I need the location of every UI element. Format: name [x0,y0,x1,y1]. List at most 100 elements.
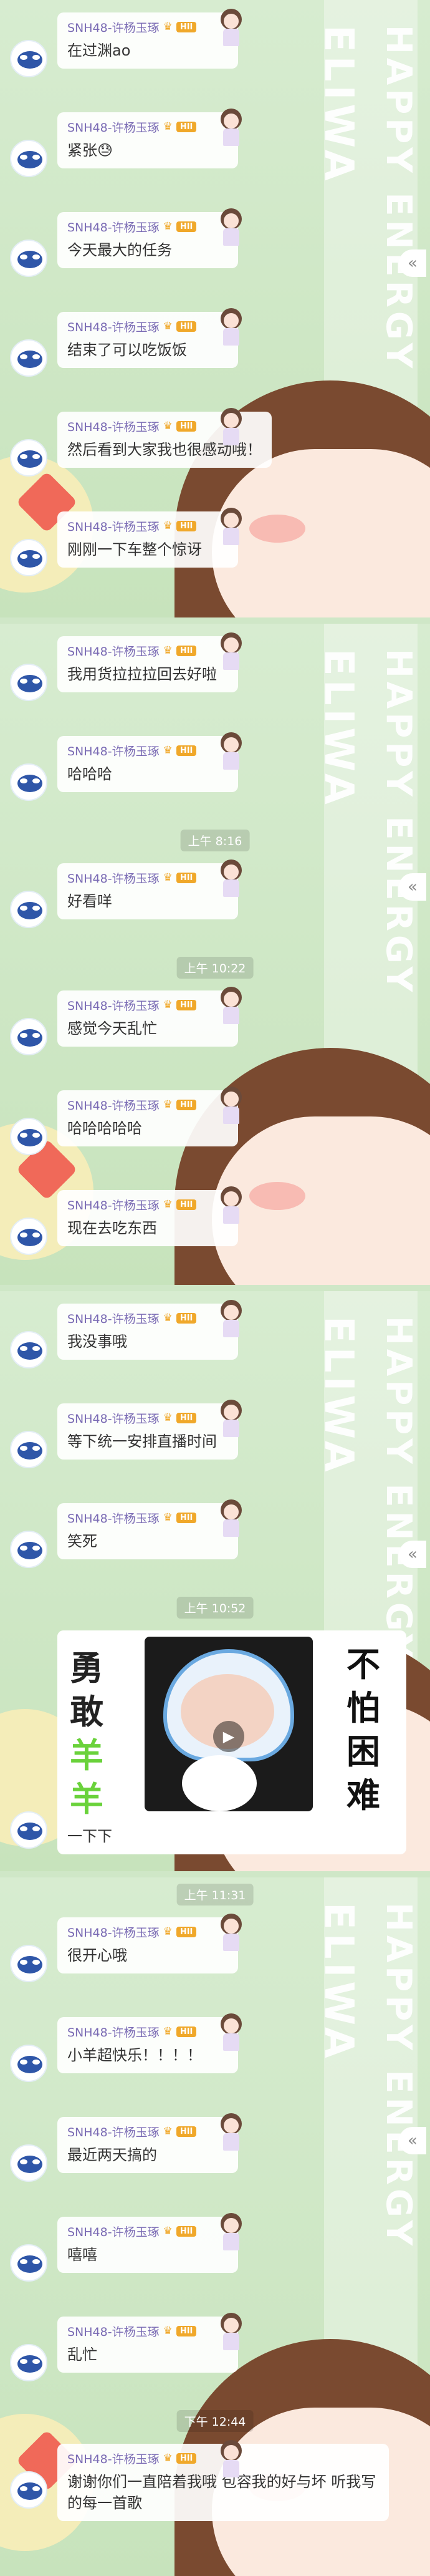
message-row: SNH48-许杨玉琢 ♛ HII 在过渊ao [0,6,430,100]
name-tag-doll-icon [218,208,244,246]
avatar-eye [20,254,27,259]
avatar-eye [32,1232,40,1237]
camera-icon[interactable]: ▶ [213,1721,244,1752]
avatar[interactable] [10,2471,47,2509]
doll-face [224,1405,239,1420]
avatar[interactable] [10,439,47,477]
sticker-char: 羊 [70,1736,103,1775]
avatar-eye [32,454,40,459]
message-bubble[interactable]: SNH48-许杨玉琢 ♛ HII 最近两天搞的 [57,2117,238,2173]
message-bubble[interactable]: SNH48-许杨玉琢 ♛ HII 我用货拉拉拉回去好啦 [57,636,238,692]
avatar[interactable] [10,664,47,701]
message-bubble[interactable]: SNH48-许杨玉琢 ♛ HII 等下统一安排直播时间 [57,1403,238,1460]
avatar[interactable] [10,2344,47,2381]
avatar-eye [32,1960,40,1965]
doll-body [223,1206,239,1224]
avatar[interactable] [10,1431,47,1468]
message-row: SNH48-许杨玉琢 ♛ HII 好看咩 [0,857,430,951]
doll-face [224,992,239,1007]
avatar-eye [20,354,27,359]
message-bubble[interactable]: SNH48-许杨玉琢 ♛ HII 小羊超快乐！！！！ [57,2017,238,2073]
sender-line: SNH48-许杨玉琢 ♛ HII [67,2023,228,2040]
level-badge: HII [176,121,197,132]
chat-screenshot-stack: ELIWA HAPPY ENERGY « SNH48-许杨玉琢 ♛ HII 在过渊ao… [0,0,430,2576]
avatar[interactable] [10,1331,47,1368]
crown-icon: ♛ [163,1925,173,1938]
message-list[interactable]: SNH48-许杨玉琢 ♛ HII 在过渊ao SNH48-许杨玉琢 ♛ HII 紧张😓 SNH4… [0,0,430,617]
crown-icon: ♛ [163,744,173,757]
avatar[interactable] [10,1945,47,1982]
avatar[interactable] [10,1018,47,1055]
avatar[interactable] [10,240,47,277]
avatar[interactable] [10,1118,47,1155]
message-bubble[interactable]: SNH48-许杨玉琢 ♛ HII 乱忙 [57,2317,238,2373]
message-bubble[interactable]: SNH48-许杨玉琢 ♛ HII 感觉今天乱忙 [57,990,238,1047]
avatar[interactable] [10,140,47,177]
message-bubble[interactable]: SNH48-许杨玉琢 ♛ HII 哈哈哈哈哈 [57,1090,238,1146]
message-row: SNH48-许杨玉琢 ♛ HII 嘻嘻 [0,2210,430,2304]
sender-name: SNH48-许杨玉琢 [67,1411,160,1426]
crown-icon: ♛ [163,220,173,233]
avatar[interactable] [10,1531,47,1568]
level-badge: HII [176,745,197,756]
avatar-eye [20,1346,27,1351]
message-text: 乱忙 [67,2346,97,2363]
sender-name: SNH48-许杨玉琢 [67,1511,160,1526]
message-bubble[interactable]: SNH48-许杨玉琢 ♛ HII 刚刚一下车整个惊讶 [57,511,238,568]
avatar-eye [20,454,27,459]
message-text: 紧张😓 [67,142,113,159]
message-bubble[interactable]: SNH48-许杨玉琢 ♛ HII 紧张😓 [57,112,238,168]
message-bubble[interactable]: SNH48-许杨玉琢 ♛ HII 今天最大的任务 [57,212,238,268]
message-bubble[interactable]: SNH48-许杨玉琢 ♛ HII 很开心哦 [57,1917,238,1973]
avatar[interactable] [10,40,47,77]
name-tag-doll-icon [218,732,244,770]
avatar[interactable] [10,1218,47,1255]
sender-name: SNH48-许杨玉琢 [67,320,160,334]
avatar-eye [20,1033,27,1038]
message-bubble[interactable]: SNH48-许杨玉琢 ♛ HII 好看咩 [57,863,238,919]
avatar-eye [20,1133,27,1138]
level-badge: HII [176,21,197,32]
sender-line: SNH48-许杨玉琢 ♛ HII [67,1310,228,1326]
avatar[interactable] [10,1811,47,1849]
sender-line: SNH48-许杨玉琢 ♛ HII [67,1509,228,1526]
timestamp: 上午 11:31 [176,1884,254,1905]
message-text: 很开心哦 [67,1947,127,1964]
message-text: 我没事哦 [67,1333,127,1350]
doll-face [224,1919,239,1934]
message-list[interactable]: SNH48-许杨玉琢 ♛ HII 我用货拉拉拉回去好啦 SNH48-许杨玉琢 ♛ HII 哈哈… [0,624,430,1285]
avatar-bird-icon [17,2056,42,2073]
name-tag-doll-icon [218,109,244,146]
message-list[interactable]: 上午 11:31 SNH48-许杨玉琢 ♛ HII 很开心哦 SNH48-许杨玉琢 ♛ HII… [0,1877,430,2576]
avatar-bird-icon [17,2255,42,2273]
message-bubble[interactable]: SNH48-许杨玉琢 ♛ HII 结束了可以吃饭饭 [57,312,238,368]
avatar[interactable] [10,539,47,576]
avatar-eye [32,354,40,359]
message-bubble[interactable]: SNH48-许杨玉琢 ♛ HII 笑死 [57,1503,238,1559]
avatar[interactable] [10,763,47,801]
avatar[interactable] [10,2045,47,2082]
message-row: SNH48-许杨玉琢 ♛ HII 小羊超快乐！！！！ [0,2011,430,2104]
message-bubble[interactable]: SNH48-许杨玉琢 ♛ HII 我没事哦 [57,1304,238,1360]
message-bubble[interactable]: SNH48-许杨玉琢 ♛ HII 嘻嘻 [57,2217,238,2273]
message-text: 哈哈哈哈哈 [67,1120,142,1137]
image-message-card[interactable]: 勇敢羊羊 ▶ 不怕困难一下下 [57,1630,406,1854]
message-bubble[interactable]: SNH48-许杨玉琢 ♛ HII 哈哈哈 [57,736,238,792]
avatar[interactable] [10,339,47,377]
doll-face [224,2318,239,2333]
avatar[interactable] [10,891,47,928]
avatar[interactable] [10,2244,47,2282]
message-row: SNH48-许杨玉琢 ♛ HII 我没事哦 [0,1297,430,1391]
name-tag-doll-icon [218,9,244,46]
message-list[interactable]: SNH48-许杨玉琢 ♛ HII 我没事哦 SNH48-许杨玉琢 ♛ HII 等下统一安排直播… [0,1291,430,1871]
doll-face [224,2445,239,2460]
message-bubble[interactable]: SNH48-许杨玉琢 ♛ HII 现在去吃东西 [57,1190,238,1246]
sender-name: SNH48-许杨玉琢 [67,2025,160,2040]
doll-body [223,2333,239,2350]
sticker-image[interactable]: 勇敢羊羊 ▶ 不怕困难 [57,1630,406,1819]
message-bubble[interactable]: SNH48-许杨玉琢 ♛ HII 在过渊ao [57,12,238,69]
avatar[interactable] [10,2144,47,2182]
sender-line: SNH48-许杨玉琢 ♛ HII [67,2123,228,2139]
level-badge: HII [176,221,197,232]
avatar-eye [32,1546,40,1551]
